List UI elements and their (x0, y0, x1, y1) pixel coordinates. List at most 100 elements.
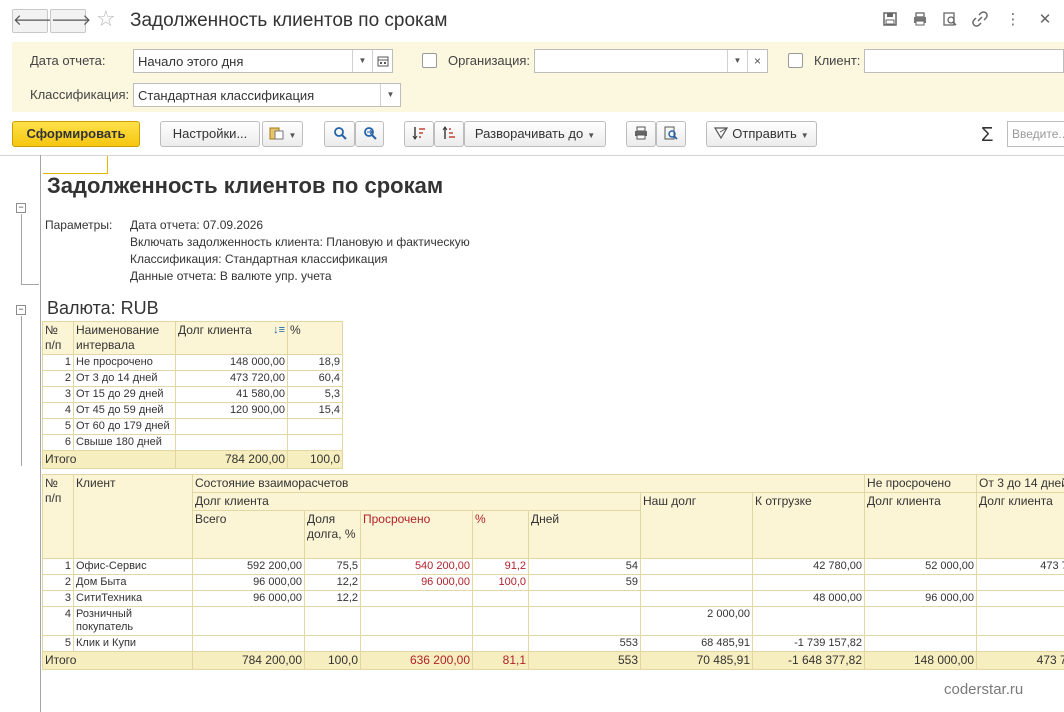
search-icon (333, 126, 347, 141)
settings-button[interactable]: Настройки... (160, 121, 260, 147)
more-vertical-icon[interactable]: ⋮ (1004, 11, 1022, 29)
send-button[interactable]: Отправить ▼ (706, 121, 817, 147)
calendar-button[interactable] (372, 50, 392, 72)
preview-icon[interactable] (942, 11, 960, 29)
organization-dropdown-button[interactable]: ▼ (727, 50, 747, 72)
classification-value: Стандартная классификация (138, 88, 315, 103)
row-number: 2 (42, 370, 74, 387)
organization-checkbox[interactable] (422, 53, 437, 68)
sheet-left-border (40, 155, 41, 712)
interval-table: № п/п Наименование интервала Долг клиент… (42, 321, 343, 469)
currency-heading: Валюта: RUB (47, 298, 159, 318)
total-value: 592 200,00 (192, 558, 305, 575)
percent-value (287, 418, 343, 435)
favorite-star-icon[interactable]: ☆ (96, 6, 116, 32)
to-ship-value: -1 739 157,82 (751, 635, 866, 652)
table-row: 6 Свыше 180 дней (42, 434, 343, 451)
client-checkbox[interactable] (788, 53, 803, 68)
to-ship-value (751, 574, 866, 591)
sort-asc-button[interactable] (434, 121, 464, 147)
report-variants-icon (269, 126, 285, 141)
chevron-down-icon: ▼ (587, 131, 596, 140)
organization-clear-button[interactable]: × (747, 50, 767, 72)
chevron-down-icon: ▼ (386, 90, 395, 99)
total-value (192, 606, 305, 636)
param-line: Включать задолженность клиента: Плановую… (130, 235, 470, 249)
client-name[interactable]: СитиТехника (73, 590, 193, 607)
col-header-share: Доля долга, % (304, 510, 361, 559)
save-icon[interactable] (882, 11, 900, 29)
interval-name: Свыше 180 дней (73, 434, 176, 451)
total-debt: 784 200,00 (175, 450, 288, 469)
overdue-percent-value: 81,1 (472, 651, 529, 670)
col-header-debt[interactable]: Долг клиента ↓≡ (175, 321, 288, 355)
print-button[interactable] (626, 121, 656, 147)
overdue-percent-value (472, 635, 529, 652)
interval-name: От 45 до 59 дней (73, 402, 176, 419)
send-icon (714, 126, 732, 141)
variants-button[interactable]: ▼ (262, 121, 303, 147)
client-name[interactable]: Офис-Сервис (73, 558, 193, 575)
client-name[interactable]: Клик и Купи (73, 635, 193, 652)
percent-value: 5,3 (287, 386, 343, 403)
generate-button[interactable]: Сформировать (12, 121, 140, 147)
debt-value: 41 580,00 (175, 386, 288, 403)
overdue-value (360, 635, 473, 652)
classification-field[interactable]: Стандартная классификация ▼ (133, 83, 401, 107)
link-icon[interactable] (972, 11, 990, 29)
watermark: coderstar.ru (944, 681, 1024, 698)
interval-name: От 60 до 179 дней (73, 418, 176, 435)
report-parameters-panel: Дата отчета: Начало этого дня ▼ Организа… (12, 42, 1064, 112)
our-debt-value (640, 558, 753, 575)
percent-value: 18,9 (287, 354, 343, 371)
param-line: Классификация: Стандартная классификация (130, 252, 388, 266)
share-value (304, 635, 361, 652)
interval-name: От 15 до 29 дней (73, 386, 176, 403)
our-debt-value: 70 485,91 (640, 651, 753, 670)
param-line: Данные отчета: В валюте упр. учета (130, 269, 332, 283)
sum-icon[interactable]: Σ (981, 124, 993, 147)
col-header-days: Дней (528, 510, 641, 559)
print-icon[interactable] (912, 11, 930, 29)
table-row: 2 Дом Быта 96 000,00 12,2 96 000,00 100,… (42, 574, 1064, 591)
client-name[interactable]: Дом Быта (73, 574, 193, 591)
collapse-group-icon[interactable]: − (16, 305, 26, 315)
days-3-14-debt-value (976, 574, 1064, 591)
back-button[interactable]: 🡐 (12, 9, 53, 33)
table-row: 2 От 3 до 14 дней 473 720,00 60,4 (42, 370, 343, 387)
organization-field[interactable]: ▼ × (534, 49, 768, 73)
col-header-percent: % (287, 321, 343, 355)
total-value: 784 200,00 (192, 651, 305, 670)
search-input[interactable]: Введите... (1007, 121, 1064, 147)
sort-desc-button[interactable] (404, 121, 434, 147)
debt-value (175, 434, 288, 451)
expand-to-button[interactable]: Разворачивать до ▼ (464, 121, 606, 147)
days-value (528, 590, 641, 607)
to-ship-value: 48 000,00 (751, 590, 866, 607)
close-icon[interactable]: ✕ (1036, 11, 1054, 29)
report-date-field[interactable]: Начало этого дня ▼ (133, 49, 393, 73)
col-header-settlement-state: Состояние взаиморасчетов (191, 474, 866, 493)
collapse-group-icon[interactable]: − (16, 203, 26, 213)
client-name[interactable]: Розничный покупатель (73, 606, 193, 636)
report-date-dropdown-button[interactable]: ▼ (352, 50, 372, 72)
find-next-icon (363, 126, 377, 141)
not-overdue-debt-value: 96 000,00 (864, 590, 978, 607)
chevron-down-icon: ▼ (358, 56, 367, 65)
find-next-button[interactable] (355, 121, 384, 147)
days-value (528, 606, 641, 636)
forward-button[interactable]: 🡒 (50, 9, 91, 33)
classification-dropdown-button[interactable]: ▼ (380, 84, 400, 106)
col-header-3-14-days: От 3 до 14 дней (976, 474, 1064, 493)
client-label: Клиент: (814, 53, 861, 68)
send-label: Отправить (732, 126, 797, 141)
row-number: 4 (42, 402, 74, 419)
our-debt-value (640, 590, 753, 607)
col-header-our-debt: Наш долг (640, 492, 753, 559)
group-bracket (21, 214, 22, 284)
col-header-client: Клиент (73, 474, 193, 559)
print-preview-button[interactable] (656, 121, 686, 147)
client-field[interactable] (864, 49, 1064, 73)
group-bracket (21, 284, 39, 285)
find-button[interactable] (324, 121, 355, 147)
